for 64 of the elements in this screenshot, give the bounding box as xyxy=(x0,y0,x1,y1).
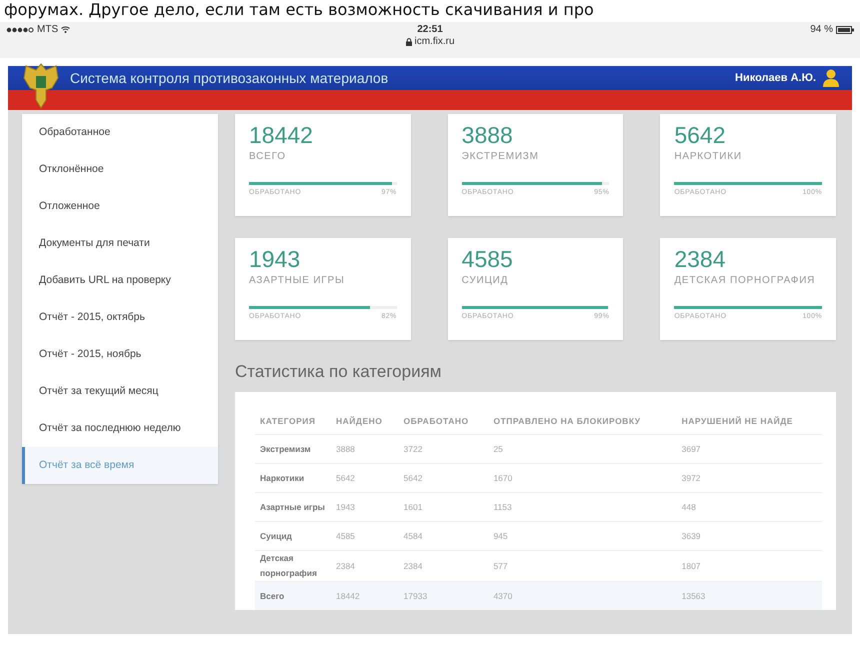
stat-value: 1943 xyxy=(249,246,302,272)
stat-value: 3888 xyxy=(462,122,514,148)
sidebar-item[interactable]: Отчёт - 2015, октябрь xyxy=(22,299,218,336)
total-cell: 17933 xyxy=(398,582,488,610)
section-title: Статистика по категориям xyxy=(235,362,442,382)
sidebar-item[interactable]: Отчёт за текущий месяц xyxy=(22,373,218,410)
column-header: ОБРАБОТАНО xyxy=(398,410,488,434)
stat-label: НАРКОТИКИ xyxy=(674,151,743,162)
stat-value: 18442 xyxy=(249,122,314,148)
table-cell: 25 xyxy=(488,434,677,464)
stat-value: 4585 xyxy=(462,246,514,272)
stat-value: 2384 xyxy=(674,246,726,272)
stat-label: ДЕТСКАЯ ПОРНОГРАФИЯ xyxy=(674,275,816,286)
table-cell: 3972 xyxy=(676,464,822,492)
battery-percent: 94 % xyxy=(810,24,833,35)
table-cell: Суицид xyxy=(255,522,331,550)
table-cell: 4585 xyxy=(331,522,399,550)
app-title: Система контроля противозаконных материалов xyxy=(70,70,388,86)
table-cell: 5642 xyxy=(398,464,488,492)
stat-label: АЗАРТНЫЕ ИГРЫ xyxy=(249,275,346,286)
table-cell: 3639 xyxy=(676,522,822,550)
battery-icon xyxy=(836,26,854,34)
user-icon[interactable] xyxy=(822,69,840,87)
stat-value: 5642 xyxy=(674,122,726,148)
sidebar-item[interactable]: Отклонённое xyxy=(22,151,218,188)
table-cell: 1153 xyxy=(488,492,677,522)
sidebar-item[interactable]: Отчёт - 2015, ноябрь xyxy=(22,336,218,373)
total-cell: 4370 xyxy=(488,582,677,610)
table-cell: Экстремизм xyxy=(255,434,331,464)
table-cell: 1670 xyxy=(488,464,677,492)
table-cell: 5642 xyxy=(331,464,399,492)
clock-time: 22:51 xyxy=(417,24,443,35)
total-cell: 13563 xyxy=(676,582,822,610)
total-cell: 18442 xyxy=(331,582,399,610)
article-text: форумах. Другое дело, если там есть возможность скачивания и про xyxy=(3,0,595,20)
column-header: КАТЕГОРИЯ xyxy=(255,410,331,434)
table-cell: Азартные игры xyxy=(255,492,331,522)
sidebar-item[interactable]: Отчёт за последнюю неделю xyxy=(22,410,218,447)
page-url: icm.fix.ru xyxy=(414,36,454,47)
stat-label: ВСЕГО xyxy=(249,151,287,162)
table-cell: 3888 xyxy=(331,434,399,464)
table-cell: 4584 xyxy=(398,522,488,550)
stat-label: СУИЦИД xyxy=(462,275,510,286)
sidebar-item[interactable]: Обработанное xyxy=(22,114,218,151)
table-cell: 3722 xyxy=(398,434,488,464)
lock-icon xyxy=(406,38,412,46)
sidebar-item[interactable]: Документы для печати xyxy=(22,225,218,262)
table-cell: 448 xyxy=(676,492,822,522)
carrier-name: MTS xyxy=(37,24,58,35)
user-name[interactable]: Николаев А.Ю. xyxy=(735,72,816,84)
wifi-icon xyxy=(61,26,70,33)
table-cell: 3697 xyxy=(676,434,822,464)
table-cell: Наркотики xyxy=(255,464,331,492)
column-header: НАЙДЕНО xyxy=(331,410,399,434)
stat-label: ЭКСТРЕМИЗМ xyxy=(462,151,540,162)
table-cell: 1943 xyxy=(331,492,399,522)
sidebar-item[interactable]: Добавить URL на проверку xyxy=(22,262,218,299)
column-header: НАРУШЕНИЙ НЕ НАЙДЕ xyxy=(676,410,822,434)
total-cell: Всего xyxy=(255,582,331,610)
table-cell: 1601 xyxy=(398,492,488,522)
sidebar-item[interactable]: Отложенное xyxy=(22,188,218,225)
column-header: ОТПРАВЛЕНО НА БЛОКИРОВКУ xyxy=(488,410,677,434)
table-cell: 945 xyxy=(488,522,677,550)
signal-icon xyxy=(6,26,34,32)
